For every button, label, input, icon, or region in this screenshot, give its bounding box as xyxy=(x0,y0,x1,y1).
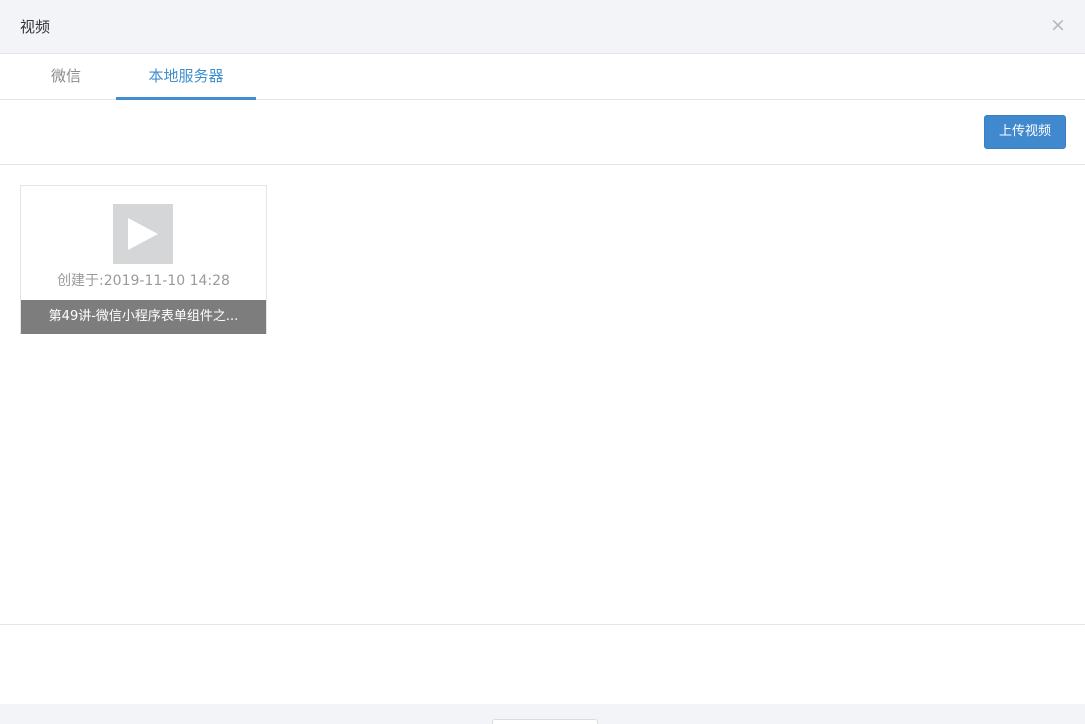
video-created-time: 创建于:2019-11-10 14:28 xyxy=(57,273,230,289)
tab-wechat[interactable]: 微信 xyxy=(30,54,102,100)
video-card[interactable]: 创建于:2019-11-10 14:28 第49讲-微信小程序表单组件之... xyxy=(20,185,267,334)
upload-video-button[interactable]: 上传视频 xyxy=(984,115,1066,149)
video-title: 第49讲-微信小程序表单组件之... xyxy=(21,300,266,334)
video-list: 创建于:2019-11-10 14:28 第49讲-微信小程序表单组件之... xyxy=(0,165,1085,625)
footer-button[interactable] xyxy=(492,719,598,724)
video-dialog: 视频 × 微信 本地服务器 上传视频 创建于:2019-11-10 14:28 … xyxy=(0,0,1085,724)
close-icon[interactable]: × xyxy=(1049,14,1067,36)
tab-local-server[interactable]: 本地服务器 xyxy=(116,54,256,100)
dialog-title: 视频 xyxy=(20,18,51,36)
play-icon xyxy=(128,218,158,250)
video-thumbnail xyxy=(113,204,173,264)
toolbar: 上传视频 xyxy=(0,100,1085,165)
tab-bar: 微信 本地服务器 xyxy=(0,54,1085,100)
dialog-header: 视频 × xyxy=(0,0,1085,54)
